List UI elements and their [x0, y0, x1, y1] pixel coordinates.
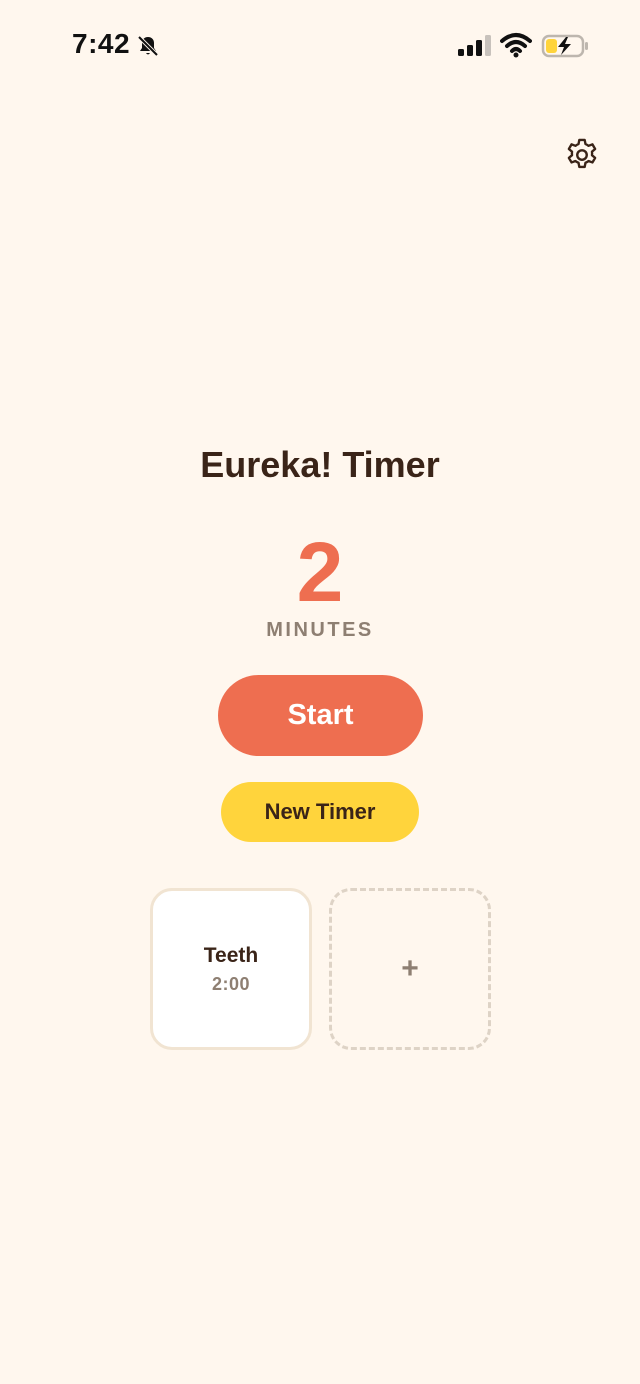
bell-slash-icon	[137, 35, 159, 57]
app-screen: 7:42 Eureka! Timer 2 MINUTES Start New T…	[0, 0, 640, 1384]
battery-charging-icon	[541, 34, 588, 58]
new-timer-button-label: New Timer	[264, 799, 376, 824]
minutes-label: MINUTES	[266, 619, 374, 641]
timer-card-duration: 2:00	[211, 973, 251, 994]
gear-icon	[567, 138, 597, 169]
timer-card-teeth[interactable]: Teeth 2:00	[150, 888, 312, 1050]
wifi-icon	[500, 33, 532, 58]
timer-card-name: Teeth	[203, 943, 259, 967]
add-timer-card[interactable]: +	[329, 888, 491, 1050]
settings-button[interactable]	[560, 133, 604, 177]
start-button[interactable]: Start	[218, 675, 423, 756]
status-bar: 7:42	[0, 0, 640, 92]
plus-icon: +	[401, 952, 419, 985]
status-time: 7:42	[72, 28, 131, 59]
app-title: Eureka! Timer	[200, 444, 440, 485]
new-timer-button[interactable]: New Timer	[221, 782, 419, 842]
signal-icon	[458, 35, 491, 56]
start-button-label: Start	[287, 699, 354, 731]
minutes-value: 2	[296, 525, 344, 619]
